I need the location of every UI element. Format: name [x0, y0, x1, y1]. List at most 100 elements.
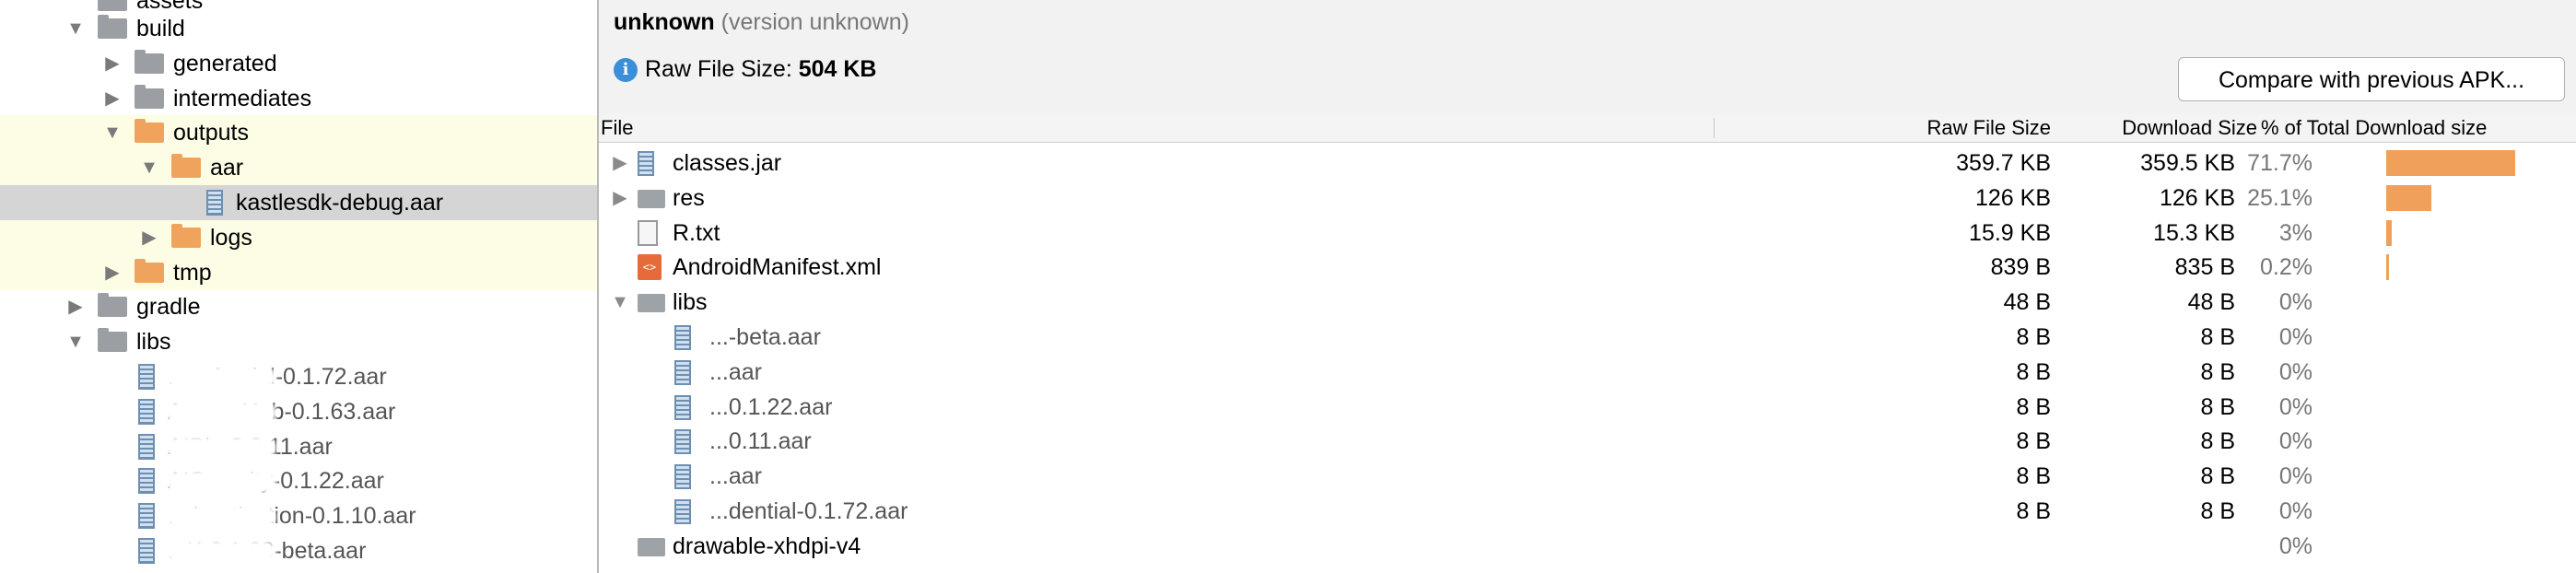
col-percent[interactable]: % of Total Download size [2261, 114, 2487, 142]
expand-arrow-icon[interactable]: ▶ [101, 81, 123, 116]
redaction-mark [166, 471, 276, 494]
table-row[interactable]: ▶ classes.jar 359.7 KB 359.5 KB 71.7% [599, 146, 2576, 181]
tree-item[interactable]: kastlesdk-debug.aar [0, 185, 597, 220]
tree-item[interactable]: ▶ tmp [0, 254, 597, 290]
table-row[interactable]: ...dential-0.1.72.aar 8 B 8 B 0% [599, 494, 2576, 529]
download-size-cell: 8 B [2200, 324, 2235, 350]
tree-item-label: build [136, 16, 185, 41]
collapse-arrow-icon[interactable]: ▼ [64, 324, 87, 359]
size-share-bar [2386, 254, 2389, 281]
tree-item[interactable]: AccessHub-0.1.63.aar [0, 394, 597, 429]
table-row[interactable]: ...0.1.22.aar 8 B 8 B 0% [599, 390, 2576, 425]
apk-analyzer-panel: unknown (version unknown) i Raw File Size… [599, 0, 2576, 573]
collapse-arrow-icon[interactable]: ▼ [138, 150, 160, 185]
expand-arrow-icon[interactable]: ▶ [64, 289, 87, 324]
archive-icon [674, 464, 691, 490]
table-row[interactable]: ▶ res 126 KB 126 KB 25.1% [599, 181, 2576, 216]
tree-item-label: tmp [173, 259, 212, 286]
collapse-arrow-icon[interactable]: ▼ [610, 285, 630, 320]
tree-item[interactable]: ▼ aar [0, 150, 597, 186]
raw-size-cell: 15.9 KB [1969, 219, 2051, 246]
raw-size-cell: 8 B [2016, 498, 2051, 524]
table-row[interactable]: R.txt 15.9 KB 15.3 KB 3% [599, 216, 2576, 251]
tree-item[interactable]: ▶ generated [0, 46, 597, 81]
archive-icon [138, 503, 155, 530]
table-row[interactable]: drawable-xhdpi-v4 0% [599, 529, 2576, 564]
tree-item[interactable]: ▶ logs [0, 219, 597, 255]
col-raw-size[interactable]: Raw File Size [1870, 114, 2051, 142]
col-download-size[interactable]: Download Size [2055, 114, 2257, 142]
table-row[interactable]: ...0.11.aar 8 B 8 B 0% [599, 424, 2576, 459]
tree-item[interactable]: ▼ libs [0, 324, 597, 359]
folder-icon [98, 293, 127, 318]
folder-icon [638, 537, 665, 556]
archive-icon [206, 190, 223, 216]
compare-button[interactable]: Compare with previous APK... [2178, 57, 2565, 101]
file-name: AndroidManifest.xml [673, 254, 882, 281]
tree-item-label: outputs [173, 120, 250, 146]
download-size-cell: 8 B [2200, 428, 2235, 455]
download-size-cell: 15.3 KB [2153, 219, 2235, 246]
percent-cell: 25.1% [2247, 184, 2313, 211]
collapse-arrow-icon[interactable]: ▼ [64, 11, 87, 46]
tree-item[interactable]: AIBle-2.0.11.aar [0, 429, 597, 464]
table-row[interactable]: ...aar 8 B 8 B 0% [599, 459, 2576, 494]
column-divider[interactable] [1714, 118, 1715, 138]
archive-icon [138, 364, 155, 390]
percent-cell: 0% [2278, 289, 2313, 316]
tree-item-label: libs [136, 329, 171, 356]
file-name: ...aar [709, 463, 762, 490]
tree-item-label: gradle [136, 294, 201, 321]
tree-item[interactable]: ▼ outputs [0, 115, 597, 151]
folder-icon [171, 154, 201, 179]
tree-item[interactable]: ▶ gradle [0, 289, 597, 324]
table-row[interactable]: ▼ libs 48 B 48 B 0% [599, 285, 2576, 320]
raw-size-cell: 359.7 KB [1956, 150, 2051, 176]
download-size-cell: 359.5 KB [2140, 150, 2235, 176]
tree-item[interactable]: ...K-0.1.63-beta.aar [0, 533, 597, 568]
file-table: File Raw File Size Download Size % of To… [599, 114, 2576, 573]
tree-item[interactable]: ▶ intermediates [0, 81, 597, 116]
archive-icon [674, 359, 691, 385]
raw-size-value: 504 KB [798, 56, 877, 82]
download-size-cell [2055, 529, 2235, 564]
raw-size-cell: 8 B [2016, 428, 2051, 455]
tree-item[interactable]: ▼ build [0, 11, 597, 46]
expand-arrow-icon[interactable]: ▶ [101, 46, 123, 81]
tree-item[interactable]: ...redential-0.1.72.aar [0, 359, 597, 394]
table-row[interactable]: ...-beta.aar 8 B 8 B 0% [599, 320, 2576, 355]
table-row[interactable]: ...aar 8 B 8 B 0% [599, 355, 2576, 390]
download-size-cell: 126 KB [2159, 184, 2235, 211]
size-share-bar [2386, 184, 2431, 211]
folder-icon [98, 0, 127, 11]
download-size-cell: 8 B [2200, 358, 2235, 385]
expand-arrow-icon[interactable]: ▶ [610, 146, 630, 181]
table-row[interactable]: <> AndroidManifest.xml 839 B 835 B 0.2% [599, 250, 2576, 285]
tree-item-label: logs [210, 224, 252, 251]
file-name: R.txt [673, 219, 720, 246]
expand-arrow-icon[interactable]: ▶ [610, 181, 630, 216]
col-file[interactable]: File [601, 114, 633, 142]
archive-icon [138, 468, 155, 495]
file-name: libs [673, 289, 708, 316]
folder-icon [171, 223, 201, 248]
tree-item-label: aar [210, 155, 244, 181]
redaction-mark [166, 541, 276, 563]
download-size-cell: 835 B [2174, 254, 2235, 281]
raw-size-cell: 839 B [1990, 254, 2051, 281]
folder-icon [98, 15, 127, 39]
expand-arrow-icon[interactable]: ▶ [138, 220, 160, 255]
expand-arrow-icon[interactable]: ▶ [101, 255, 123, 290]
tree-item[interactable]: AISecurity-0.1.22.aar [0, 463, 597, 498]
artifact-title: unknown (version unknown) [614, 9, 909, 36]
raw-size-cell: 8 B [2016, 324, 2051, 350]
percent-cell: 0% [2278, 463, 2313, 490]
folder-icon [638, 294, 665, 313]
file-name: ...0.11.aar [709, 428, 812, 455]
raw-size-cell: 126 KB [1974, 184, 2051, 211]
percent-cell: 0% [2278, 324, 2313, 350]
tree-item[interactable]: ...thentication-0.1.10.aar [0, 498, 597, 533]
tree-item-label: kastlesdk-debug.aar [236, 190, 444, 216]
download-size-cell: 8 B [2200, 498, 2235, 524]
collapse-arrow-icon[interactable]: ▼ [101, 115, 123, 150]
